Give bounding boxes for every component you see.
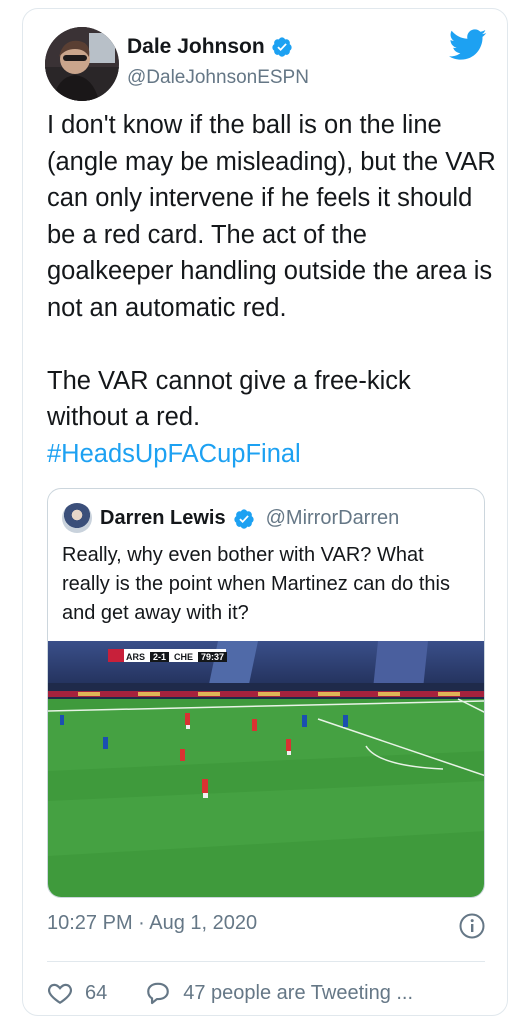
- divider: [47, 961, 485, 962]
- heart-icon: [47, 983, 73, 1005]
- match-video-thumbnail[interactable]: [48, 641, 485, 898]
- twitter-bird-icon[interactable]: [449, 29, 487, 61]
- info-icon[interactable]: [459, 913, 485, 939]
- like-button[interactable]: 64: [47, 980, 107, 1006]
- scoreboard-clock: 79:37: [198, 651, 228, 662]
- quoted-author-row: Darren Lewis @MirrorDarren: [100, 507, 399, 530]
- tweet-card: Dale Johnson @DaleJohnsonESPN I don't kn…: [22, 8, 508, 1016]
- tweet-actions: 64 47 people are Tweeting ...: [47, 971, 413, 1015]
- tweet-text: I don't know if the ball is on the line …: [47, 111, 496, 431]
- author-avatar[interactable]: [45, 27, 119, 101]
- tweet-body: I don't know if the ball is on the line …: [47, 107, 497, 472]
- conversation-button[interactable]: 47 people are Tweeting ...: [145, 980, 413, 1006]
- reply-bubble-icon: [147, 982, 170, 1005]
- scoreboard: ARS 2-1 CHE 79:37: [126, 650, 228, 663]
- author-name[interactable]: Dale Johnson: [127, 35, 265, 59]
- quoted-author-avatar[interactable]: [62, 503, 92, 533]
- scoreboard-home: ARS: [126, 651, 146, 662]
- scoreboard-score: 2-1: [150, 651, 170, 662]
- quoted-tweet[interactable]: Darren Lewis @MirrorDarren Really, why e…: [47, 488, 485, 898]
- hashtag-link[interactable]: #HeadsUpFACupFinal: [47, 440, 301, 468]
- tweeting-count: 47 people are Tweeting ...: [183, 981, 414, 1004]
- quoted-author-handle[interactable]: @MirrorDarren: [266, 507, 400, 530]
- scoreboard-away: CHE: [174, 651, 194, 662]
- like-count: 64: [85, 981, 108, 1004]
- avatar-photo: [45, 27, 119, 101]
- tweet-timestamp[interactable]: 10:27 PM · Aug 1, 2020: [47, 912, 257, 935]
- verified-badge-icon: [272, 37, 292, 57]
- author-name-row: Dale Johnson: [127, 35, 293, 59]
- quoted-tweet-text: Really, why even bother with VAR? What r…: [62, 544, 450, 624]
- quoted-verified-badge-icon: [233, 508, 254, 529]
- author-handle[interactable]: @DaleJohnsonESPN: [127, 67, 309, 89]
- quoted-author-name[interactable]: Darren Lewis: [100, 507, 226, 530]
